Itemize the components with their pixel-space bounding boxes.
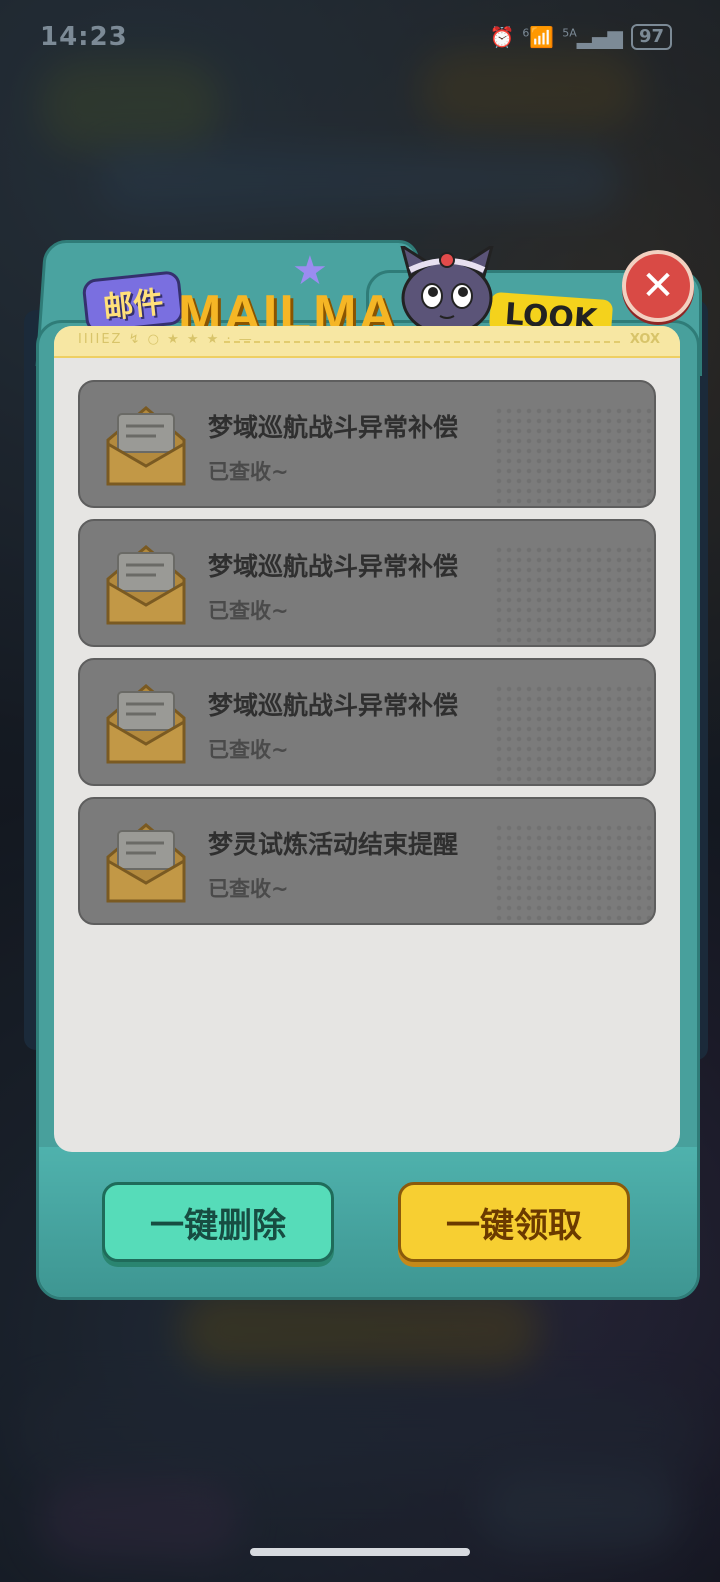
wifi-icon: 6📶 xyxy=(522,25,555,49)
status-bar: 14:23 ⏰ 6📶 5A▂▄▆ 97 xyxy=(0,0,720,80)
mail-title: 梦域巡航战斗异常补偿 xyxy=(208,552,459,581)
envelope-open-icon xyxy=(106,823,186,903)
mail-status: 已查收~ xyxy=(208,460,289,484)
mail-title: 梦灵试炼活动结束提醒 xyxy=(208,830,459,859)
header-dashed-line xyxy=(224,341,620,343)
mail-title: 梦域巡航战斗异常补偿 xyxy=(208,413,459,442)
dialog-title: 邮件 xyxy=(101,284,166,327)
mail-status: 已查收~ xyxy=(208,738,289,762)
battery-icon: 97 xyxy=(630,24,672,50)
delete-all-button[interactable]: 一键删除 xyxy=(102,1182,334,1262)
envelope-open-icon xyxy=(106,684,186,764)
status-icons: ⏰ 6📶 5A▂▄▆ 97 xyxy=(489,24,672,50)
wifi-badge: 6 xyxy=(522,26,530,40)
network-type: 5A xyxy=(562,26,577,40)
mail-title: 梦域巡航战斗异常补偿 xyxy=(208,691,459,720)
home-indicator[interactable] xyxy=(250,1548,470,1556)
mail-item[interactable]: 梦域巡航战斗异常补偿 已查收~ xyxy=(78,658,656,786)
close-icon: ✕ xyxy=(641,263,675,309)
panel-header-strip: IIIIEZ ↯ ○ ★ ★ ★ · — XOX xyxy=(54,326,680,358)
status-time: 14:23 xyxy=(40,22,128,52)
cat-mascot-icon xyxy=(400,246,494,336)
claim-all-button[interactable]: 一键领取 xyxy=(398,1182,630,1262)
close-button[interactable]: ✕ xyxy=(622,250,694,322)
mail-list: 梦域巡航战斗异常补偿 已查收~ 梦域巡航战斗异常补偿 已查收~ 梦域巡航战斗异常… xyxy=(78,380,656,936)
header-decoration-right: XOX xyxy=(629,332,660,347)
mail-list-panel: IIIIEZ ↯ ○ ★ ★ ★ · — XOX 梦域巡航战斗异常补偿 已查收~ xyxy=(54,326,680,1152)
header-decoration: IIIIEZ ↯ ○ ★ ★ ★ · — xyxy=(78,332,254,347)
envelope-open-icon xyxy=(106,545,186,625)
mail-status: 已查收~ xyxy=(208,877,289,901)
mail-status: 已查收~ xyxy=(208,599,289,623)
mail-item[interactable]: 梦灵试炼活动结束提醒 已查收~ xyxy=(78,797,656,925)
mail-item[interactable]: 梦域巡航战斗异常补偿 已查收~ xyxy=(78,519,656,647)
title-badge: 邮件 xyxy=(81,270,185,334)
cellular-icon: 5A▂▄▆ xyxy=(562,25,623,49)
mail-dialog: ★ 邮件 MAILMA LOOK ✕ IIIIEZ ↯ ○ ★ ★ ★ · — … xyxy=(24,240,708,1300)
mail-item[interactable]: 梦域巡航战斗异常补偿 已查收~ xyxy=(78,380,656,508)
envelope-open-icon xyxy=(106,406,186,486)
alarm-icon: ⏰ xyxy=(489,25,515,49)
